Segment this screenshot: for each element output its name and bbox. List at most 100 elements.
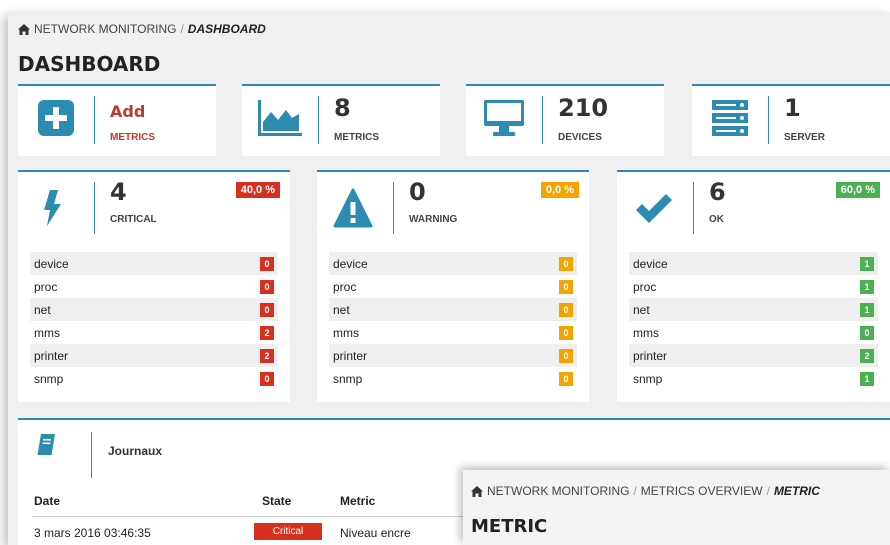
- count-badge: 0: [260, 371, 274, 386]
- devices-card: 210 DEVICES: [466, 84, 664, 156]
- item-name: proc: [633, 279, 657, 294]
- count-badge: 0: [860, 325, 874, 340]
- item-name: snmp: [633, 371, 663, 386]
- add-metrics-label[interactable]: METRICS: [110, 132, 155, 143]
- overlay-breadcrumb-middle[interactable]: METRICS OVERVIEW: [641, 484, 763, 498]
- count-badge: 0: [260, 256, 274, 271]
- server-label: SERVER: [784, 132, 825, 143]
- divider: [393, 182, 394, 234]
- list-item: net 0: [30, 298, 278, 321]
- metric-overlay-window: NETWORK MONITORING / METRICS OVERVIEW / …: [463, 470, 890, 545]
- list-item: mms 0: [629, 321, 878, 344]
- count-badge: 0: [260, 302, 274, 317]
- item-name: device: [633, 256, 668, 271]
- item-name: snmp: [333, 371, 363, 386]
- item-name: net: [34, 302, 51, 317]
- ok-count: 6: [709, 178, 726, 206]
- server-count: 1: [784, 94, 801, 122]
- logs-title: Journaux: [108, 444, 163, 458]
- item-name: mms: [34, 325, 60, 340]
- count-badge: 0: [559, 348, 573, 363]
- warning-card: 0 WARNING 0,0 % device 0 proc 0 net 0 mms 0 …: [317, 170, 589, 402]
- item-name: net: [333, 302, 350, 317]
- list-item: mms 2: [30, 321, 278, 344]
- list-item: device 1: [629, 252, 878, 275]
- list-item: printer 0: [329, 344, 577, 367]
- list-item: snmp 0: [30, 367, 278, 390]
- page-title: DASHBOARD: [18, 52, 161, 76]
- warning-label: WARNING: [409, 214, 458, 225]
- list-item: proc 1: [629, 275, 878, 298]
- list-item: net 0: [329, 298, 577, 321]
- warning-breakdown-list: device 0 proc 0 net 0 mms 0 printer 0 snmp 0: [329, 252, 577, 390]
- item-name: device: [34, 256, 69, 271]
- overlay-breadcrumb-root[interactable]: NETWORK MONITORING: [487, 484, 629, 498]
- critical-count: 4: [110, 178, 127, 206]
- server-icon: [712, 100, 748, 136]
- log-metric: Niveau encre: [340, 526, 411, 540]
- critical-breakdown-list: device 0 proc 0 net 0 mms 2 printer 2 snmp 0: [30, 252, 278, 390]
- breadcrumb-separator: /: [180, 22, 184, 36]
- list-item: printer 2: [30, 344, 278, 367]
- count-badge: 0: [559, 325, 573, 340]
- list-item: net 1: [629, 298, 878, 321]
- dashboard-window: NETWORK MONITORING / DASHBOARD DASHBOARD…: [8, 12, 890, 545]
- item-name: printer: [34, 348, 69, 363]
- count-badge: 1: [860, 371, 874, 386]
- column-header-state[interactable]: State: [262, 494, 291, 508]
- breadcrumb-separator: /: [766, 484, 770, 498]
- ok-percent-badge: 60,0 %: [835, 182, 880, 198]
- breadcrumb-root[interactable]: NETWORK MONITORING: [34, 22, 176, 36]
- add-label[interactable]: Add: [110, 102, 145, 121]
- metrics-label: METRICS: [334, 132, 379, 143]
- warning-triangle-icon: [333, 188, 373, 228]
- item-name: snmp: [34, 371, 64, 386]
- warning-percent-badge: 0,0 %: [540, 182, 579, 198]
- list-item: device 0: [30, 252, 278, 275]
- book-icon: [37, 434, 55, 455]
- divider: [768, 96, 769, 144]
- list-item: snmp 0: [329, 367, 577, 390]
- count-badge: 1: [860, 279, 874, 294]
- count-badge: 2: [260, 348, 274, 363]
- count-badge: 1: [860, 256, 874, 271]
- home-icon[interactable]: [18, 23, 30, 35]
- critical-percent-badge: 40,0 %: [235, 182, 280, 198]
- column-header-date[interactable]: Date: [34, 494, 60, 508]
- add-metrics-card[interactable]: Add METRICS: [18, 84, 216, 156]
- divider: [693, 182, 694, 234]
- devices-count: 210: [558, 94, 609, 122]
- list-item: printer 2: [629, 344, 878, 367]
- monitor-icon: [484, 100, 524, 136]
- bolt-icon: [44, 190, 61, 226]
- count-badge: 0: [559, 371, 573, 386]
- count-badge: 0: [559, 302, 573, 317]
- list-item: mms 0: [329, 321, 577, 344]
- home-icon[interactable]: [471, 485, 483, 497]
- item-name: device: [333, 256, 368, 271]
- breadcrumb-current: DASHBOARD: [187, 22, 266, 36]
- count-badge: 0: [559, 279, 573, 294]
- server-card: 1 SERVER: [692, 84, 890, 156]
- checkmark-icon: [636, 194, 672, 223]
- devices-label: DEVICES: [558, 132, 602, 143]
- log-date: 3 mars 2016 03:46:35: [34, 526, 151, 540]
- list-item: device 0: [329, 252, 577, 275]
- divider: [318, 96, 319, 144]
- item-name: printer: [633, 348, 668, 363]
- plus-square-icon[interactable]: [34, 100, 78, 136]
- divider: [91, 432, 92, 478]
- column-header-metric[interactable]: Metric: [340, 494, 375, 508]
- ok-label: OK: [709, 214, 724, 225]
- item-name: printer: [333, 348, 368, 363]
- list-item: proc 0: [30, 275, 278, 298]
- item-name: proc: [34, 279, 58, 294]
- item-name: net: [633, 302, 650, 317]
- state-badge: Critical: [254, 523, 322, 540]
- item-name: mms: [633, 325, 659, 340]
- divider: [94, 96, 95, 144]
- list-item: snmp 1: [629, 367, 878, 390]
- item-name: proc: [333, 279, 357, 294]
- divider: [542, 96, 543, 144]
- metrics-card: 8 METRICS: [242, 84, 440, 156]
